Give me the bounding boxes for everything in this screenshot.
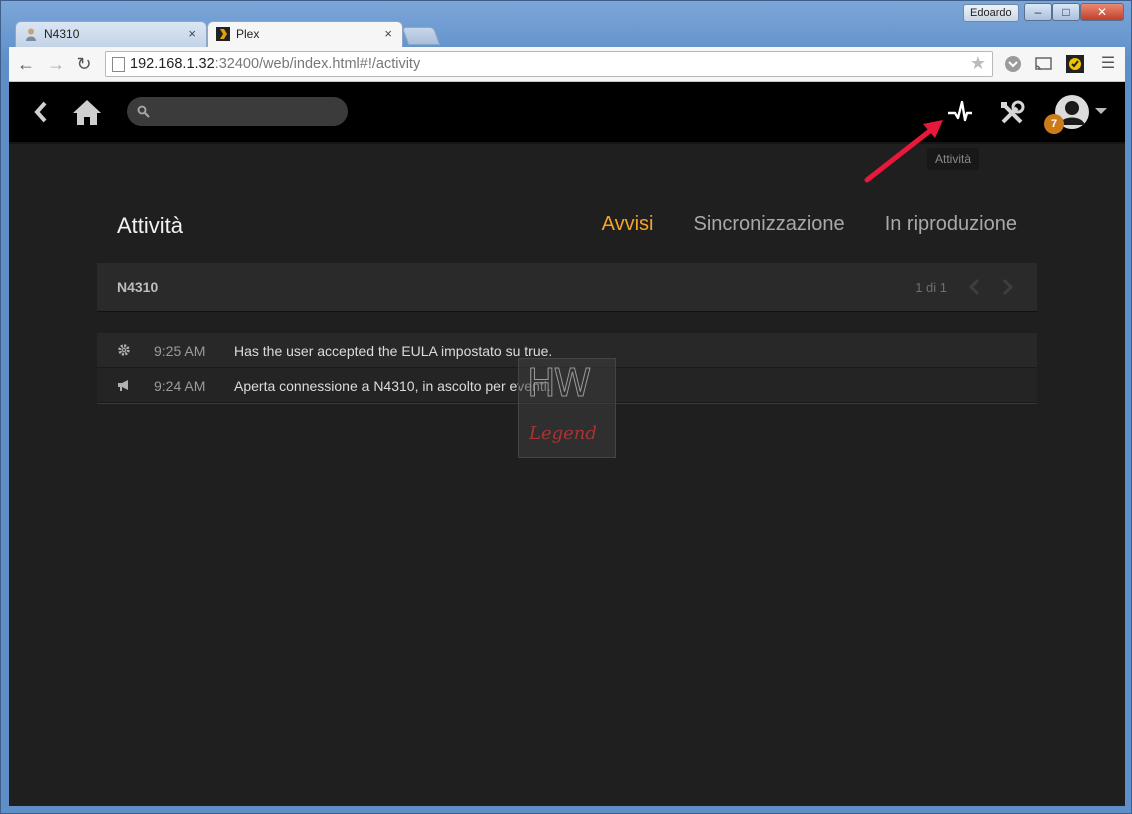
watermark-hw: HW — [526, 361, 591, 406]
gear-icon — [118, 344, 130, 356]
maximize-button[interactable]: □ — [1052, 3, 1080, 21]
event-time: 9:25 AM — [154, 343, 206, 359]
plex-favicon-icon — [216, 27, 230, 41]
tab-close-icon[interactable]: × — [384, 22, 392, 46]
minimize-button[interactable]: – — [1024, 3, 1052, 21]
annotation-arrow-icon — [864, 120, 943, 183]
back-arrow-icon[interactable]: ← — [15, 53, 37, 75]
page-icon — [112, 57, 125, 72]
menu-icon[interactable]: ☰ — [1097, 53, 1119, 75]
page-title: Attività — [117, 213, 184, 238]
plex-app: 7 Attività Attività Avvisi Sincronizzazi… — [9, 82, 1125, 806]
browser-toolbar: ← → ↻ 192.168.1.32:32400/web/index.html#… — [9, 47, 1125, 82]
bookmark-star-icon[interactable]: ★ — [970, 53, 986, 74]
tab-n4310[interactable]: N4310 × — [15, 21, 207, 47]
chevron-down-icon[interactable] — [1095, 108, 1107, 114]
url-text[interactable]: 192.168.1.32:32400/web/index.html#!/acti… — [130, 56, 420, 72]
search-input[interactable] — [127, 97, 348, 126]
user-favicon-icon — [26, 28, 36, 41]
event-message: Aperta connessione a N4310, in ascolto p… — [234, 378, 551, 394]
tab-label: Plex — [236, 27, 260, 41]
settings-tools-icon[interactable] — [997, 98, 1027, 128]
cast-icon[interactable] — [1033, 54, 1053, 74]
profile-badge[interactable]: Edoardo — [963, 4, 1019, 22]
tab-in-riproduzione[interactable]: In riproduzione — [885, 213, 1017, 236]
activity-tabs: Avvisi Sincronizzazione In riproduzione — [602, 213, 1017, 236]
megaphone-icon — [118, 380, 128, 391]
browser-window: Edoardo – □ ✕ N4310 × Plex × ← → ↻ 192.1… — [0, 0, 1132, 814]
close-window-button[interactable]: ✕ — [1080, 3, 1124, 21]
watermark-legend: Legend — [529, 423, 597, 444]
address-bar[interactable]: 192.168.1.32:32400/web/index.html#!/acti… — [105, 51, 993, 77]
back-chevron-icon[interactable] — [27, 98, 55, 126]
norton-extension-icon[interactable] — [1065, 54, 1085, 74]
extension-shield-icon[interactable] — [1003, 54, 1023, 74]
tab-sincronizzazione[interactable]: Sincronizzazione — [693, 213, 844, 236]
next-page-icon[interactable] — [997, 275, 1017, 299]
forward-arrow-icon[interactable]: → — [45, 53, 67, 75]
home-icon[interactable] — [71, 96, 103, 128]
notification-badge[interactable]: 7 — [1044, 114, 1064, 134]
watermark-logo: HW Legend — [518, 358, 616, 458]
reload-icon[interactable]: ↻ — [73, 53, 95, 75]
tab-close-icon[interactable]: × — [188, 22, 196, 46]
new-tab-button[interactable] — [401, 27, 441, 45]
server-header: N4310 1 di 1 — [97, 263, 1037, 312]
previous-page-icon[interactable] — [965, 275, 985, 299]
tab-avvisi[interactable]: Avvisi — [602, 213, 654, 236]
pager-text: 1 di 1 — [915, 280, 947, 295]
search-icon — [137, 105, 150, 118]
tab-label: N4310 — [44, 27, 80, 41]
event-time: 9:24 AM — [154, 378, 206, 394]
tab-plex[interactable]: Plex × — [207, 21, 403, 47]
server-name: N4310 — [117, 279, 159, 295]
event-message: Has the user accepted the EULA impostato… — [234, 343, 553, 359]
